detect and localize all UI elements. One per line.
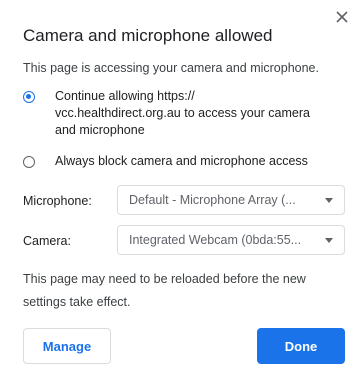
chevron-down-icon [325, 198, 333, 203]
chevron-down-icon [325, 238, 333, 243]
microphone-label: Microphone: [23, 194, 92, 208]
radio-button-checked[interactable] [23, 91, 35, 103]
radio-always-block[interactable]: Always block camera and microphone acces… [23, 153, 308, 170]
radio-button-unchecked[interactable] [23, 156, 35, 168]
done-button[interactable]: Done [257, 328, 345, 364]
permission-dialog: Camera and microphone allowed This page … [0, 0, 351, 377]
reload-note-line-1: This page may need to be reloaded before… [23, 272, 306, 286]
radio-continue-line-3: and microphone [55, 123, 145, 137]
radio-continue-line-2: vcc.healthdirect.org.au to access your c… [55, 106, 310, 120]
radio-continue-line-1: Continue allowing https:// [55, 89, 195, 103]
reload-note: This page may need to be reloaded before… [23, 268, 306, 314]
microphone-select-value: Default - Microphone Array (... [129, 193, 296, 207]
camera-select-value: Integrated Webcam (0bda:55... [129, 233, 302, 247]
radio-continue-allowing[interactable]: Continue allowing https:// vcc.healthdir… [23, 88, 310, 139]
radio-block-line-1: Always block camera and microphone acces… [55, 154, 308, 168]
manage-button[interactable]: Manage [23, 328, 111, 364]
reload-note-line-2: settings take effect. [23, 295, 131, 309]
camera-select[interactable]: Integrated Webcam (0bda:55... [117, 225, 345, 255]
dialog-subtitle: This page is accessing your camera and m… [23, 61, 319, 75]
close-icon[interactable] [335, 10, 349, 24]
camera-label: Camera: [23, 234, 71, 248]
radio-continue-label: Continue allowing https:// vcc.healthdir… [55, 88, 310, 139]
microphone-select[interactable]: Default - Microphone Array (... [117, 185, 345, 215]
dialog-title: Camera and microphone allowed [23, 26, 273, 45]
radio-block-label: Always block camera and microphone acces… [55, 153, 308, 170]
